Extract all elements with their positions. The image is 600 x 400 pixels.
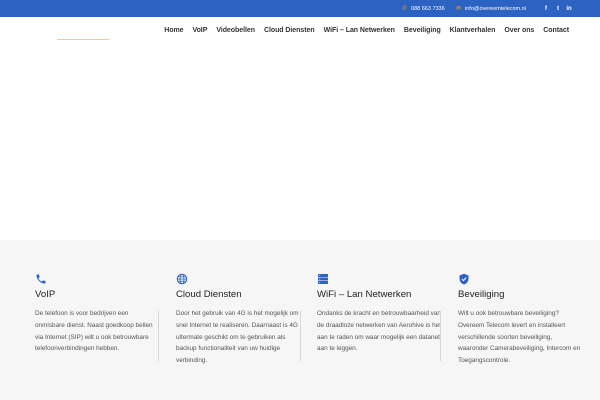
phone-number[interactable]: 088 663 7336 [411, 6, 445, 12]
nav-beveiliging[interactable]: Beveiliging [404, 27, 441, 34]
server-icon [318, 274, 328, 284]
feature-text: De telefoon is voor bedrijven een onmisb… [35, 310, 153, 353]
phone-contact[interactable]: ✆ 088 663 7336 [402, 0, 445, 17]
hero-section [0, 53, 600, 240]
feature-title: Beveiliging [458, 289, 505, 300]
nav-cloud-diensten[interactable]: Cloud Diensten [264, 27, 315, 34]
phone-icon [36, 274, 46, 284]
top-bar: ✆ 088 663 7336 ✉ info@overeemtelecom.nl … [0, 0, 600, 17]
feature-title: WiFi – Lan Netwerken [317, 289, 412, 300]
nav-contact[interactable]: Contact [543, 27, 569, 34]
nav-voip[interactable]: VoIP [192, 27, 207, 34]
nav-wifi-lan-netwerken[interactable]: WiFi – Lan Netwerken [324, 27, 395, 34]
shield-icon [459, 273, 469, 285]
nav-videobellen[interactable]: Videobellen [216, 27, 255, 34]
site-header: Home VoIP Videobellen Cloud Diensten WiF… [0, 17, 600, 53]
feature-text: Door het gebruik van 4G is het mogelijk … [176, 310, 299, 365]
feature-text: Wilt u ook betrouwbare beveiliging? Over… [458, 310, 581, 365]
feature-text: Ondanks de kracht en betrouwbaarheid van… [317, 310, 441, 353]
column-divider [158, 311, 159, 361]
facebook-icon[interactable]: f [542, 4, 550, 13]
feature-title: VoIP [35, 289, 56, 300]
twitter-icon[interactable]: t [554, 4, 562, 13]
phone-icon: ✆ [402, 6, 408, 12]
email-contact[interactable]: ✉ info@overeemtelecom.nl [456, 0, 526, 17]
nav-home[interactable]: Home [164, 27, 183, 34]
column-divider [440, 311, 441, 361]
logo-mark [57, 39, 109, 40]
nav-klantverhalen[interactable]: Klantverhalen [450, 27, 496, 34]
column-divider [300, 311, 301, 361]
feature-title: Cloud Diensten [176, 289, 242, 300]
linkedin-icon[interactable]: in [565, 4, 573, 13]
email-address[interactable]: info@overeemtelecom.nl [465, 6, 526, 12]
globe-icon [176, 273, 188, 285]
nav-over-ons[interactable]: Over ons [504, 27, 534, 34]
mail-icon: ✉ [456, 6, 462, 12]
main-navigation: Home VoIP Videobellen Cloud Diensten WiF… [155, 27, 569, 34]
site-logo[interactable] [57, 38, 109, 41]
features-section: VoIP De telefoon is voor bedrijven een o… [0, 240, 600, 400]
